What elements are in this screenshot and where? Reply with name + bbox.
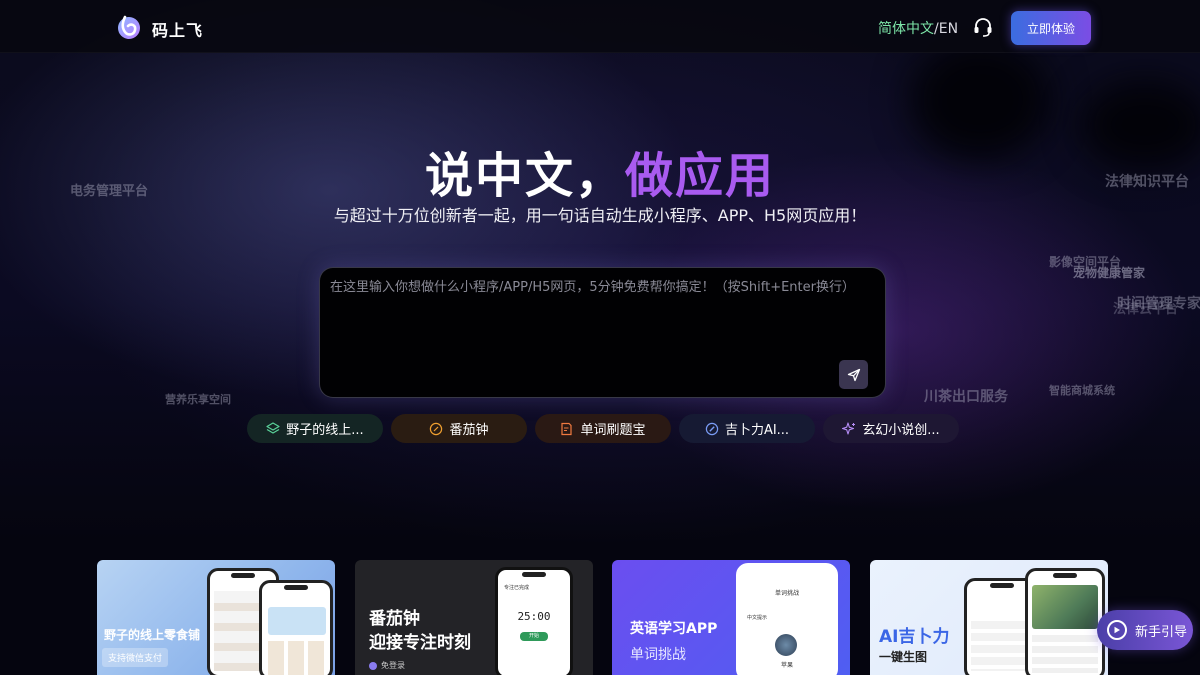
phone-mockup bbox=[1025, 568, 1105, 675]
floating-keyword: 法律云平台 bbox=[1113, 302, 1179, 317]
card-subtitle: 单词挑战 bbox=[630, 647, 686, 663]
phone-mockup: 单词挑战 中文提示 苹果 bbox=[736, 563, 838, 675]
phone-mockup: 专注已完成 25:00 开始 bbox=[495, 567, 573, 675]
guide-label: 新手引导 bbox=[1135, 624, 1188, 640]
hero-title-main: 说中文， bbox=[424, 148, 625, 204]
hero-subtitle: 与超过十万位创新者一起，用一句话自动生成小程序、APP、H5网页应用！ bbox=[333, 206, 867, 225]
wechat-pay-badge: 支持微信支付 bbox=[102, 648, 169, 667]
suggestion-chip[interactable]: 单词刷题宝 bbox=[535, 414, 671, 443]
language-switch[interactable]: 简体中文/EN bbox=[878, 18, 958, 38]
showcase-card[interactable]: 英语学习APP 单词挑战 单词挑战 中文提示 苹果 bbox=[612, 560, 850, 675]
floating-keyword: 宠物健康管家 bbox=[1073, 266, 1146, 280]
chip-label: 单词刷题宝 bbox=[580, 423, 646, 438]
chip-label: 吉卜力AI... bbox=[724, 423, 790, 438]
word-avatar bbox=[775, 634, 797, 656]
card-subtitle: 迎接专注时刻 bbox=[369, 633, 471, 653]
suggestion-chip[interactable]: 吉卜力AI... bbox=[679, 414, 815, 443]
chip-label: 野子的线上... bbox=[286, 423, 364, 438]
clock-link-icon bbox=[430, 422, 443, 435]
lang-option-cn[interactable]: 简体中文 bbox=[878, 21, 934, 37]
floating-keyword: 智能商城系统 bbox=[1049, 384, 1115, 397]
floating-keyword: 川茶出口服务 bbox=[924, 389, 1008, 405]
card-title: AI吉卜力 bbox=[879, 627, 950, 647]
headset-icon[interactable] bbox=[972, 16, 994, 38]
card-title: 番茄钟 bbox=[369, 609, 420, 629]
hero-title-highlight: 做应用 bbox=[625, 148, 776, 204]
sparkle-icon bbox=[842, 421, 856, 435]
card-subtitle: 一键生图 bbox=[879, 650, 928, 664]
showcase-card[interactable]: AI吉卜力 一键生图 bbox=[870, 560, 1108, 675]
prompt-input[interactable] bbox=[330, 276, 870, 360]
card-title: 英语学习APP bbox=[630, 621, 718, 637]
play-icon bbox=[1107, 620, 1127, 640]
send-icon bbox=[847, 368, 860, 381]
hero-title: 说中文，做应用 bbox=[0, 136, 1200, 206]
phone-mockup bbox=[259, 580, 333, 675]
chip-label: 玄幻小说创... bbox=[862, 423, 940, 438]
no-login-label: 免登录 bbox=[369, 660, 405, 671]
send-button[interactable] bbox=[839, 360, 868, 389]
card-title: 野子的线上零食铺 bbox=[104, 628, 201, 642]
suggestion-chip[interactable]: 玄幻小说创... bbox=[823, 414, 959, 443]
showcase-card[interactable]: 番茄钟 迎接专注时刻 免登录 专注已完成 25:00 开始 bbox=[355, 560, 593, 675]
brand-name[interactable]: 码上飞 bbox=[152, 17, 203, 41]
check-icon bbox=[369, 661, 377, 670]
compass-icon bbox=[705, 422, 719, 435]
try-now-button[interactable]: 立即体验 bbox=[1011, 11, 1091, 45]
top-nav: 码上飞 简体中文/EN 立即体验 bbox=[0, 0, 1200, 53]
showcase-card[interactable]: 野子的线上零食铺 支持微信支付 bbox=[97, 560, 335, 675]
layers-icon bbox=[266, 421, 280, 434]
beginner-guide-button[interactable]: 新手引导 bbox=[1097, 610, 1193, 650]
suggestion-chip[interactable]: 番茄钟 bbox=[391, 414, 527, 443]
floating-keyword: 营养乐享空间 bbox=[165, 393, 231, 406]
prompt-box bbox=[319, 267, 886, 398]
logo-icon[interactable] bbox=[116, 14, 142, 40]
lang-option-en[interactable]: EN bbox=[939, 21, 958, 37]
suggestion-chip[interactable]: 野子的线上... bbox=[247, 414, 383, 443]
edit-doc-icon bbox=[561, 422, 573, 435]
chip-label: 番茄钟 bbox=[449, 423, 489, 438]
